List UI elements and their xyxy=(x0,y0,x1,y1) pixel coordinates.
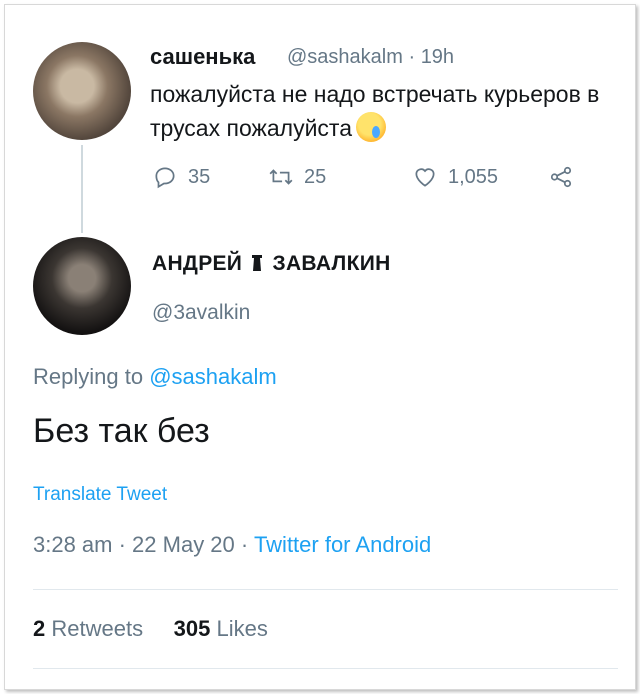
reply-button[interactable]: 35 xyxy=(152,164,210,190)
timestamp: 3:28 am · 22 May 20 · xyxy=(33,532,254,557)
likes-stat[interactable]: 305 Likes xyxy=(174,616,268,641)
avatar-3avalkin[interactable] xyxy=(33,237,131,335)
share-button[interactable] xyxy=(548,164,584,190)
tower-icon xyxy=(252,255,263,271)
crying-face-icon xyxy=(356,112,386,142)
thread-connector xyxy=(81,145,83,233)
tweet-time: 19h xyxy=(420,46,455,68)
tweet-text: Без так без xyxy=(33,412,210,450)
retweets-count: 2 xyxy=(33,616,46,641)
reply-icon xyxy=(155,167,175,189)
like-count: 1,055 xyxy=(448,165,499,188)
replying-to-label: Replying to xyxy=(33,364,144,389)
translate-tweet-link[interactable]: Translate Tweet xyxy=(33,484,167,506)
tweet-actions: 35 25 1,055 xyxy=(150,164,590,194)
reply-count: 35 xyxy=(188,165,211,188)
likes-label: Likes xyxy=(216,616,268,641)
display-name[interactable]: сашенька xyxy=(150,44,255,70)
retweet-count: 25 xyxy=(304,165,327,188)
retweets-stat[interactable]: 2 Retweets xyxy=(33,616,143,641)
replying-to-handle[interactable]: @sashakalm xyxy=(149,364,277,389)
handle[interactable]: @3avalkin xyxy=(152,301,250,325)
like-button[interactable]: 1,055 xyxy=(412,164,498,190)
divider xyxy=(33,668,618,669)
retweet-button[interactable]: 25 xyxy=(268,164,326,190)
tweet-stats: 2 Retweets 305 Likes xyxy=(33,616,268,642)
tweet-meta: 3:28 am · 22 May 20 · Twitter for Androi… xyxy=(33,532,431,558)
display-name-part1: АНДРЕЙ xyxy=(152,252,243,275)
retweet-icon xyxy=(269,169,293,185)
avatar-sashakalm[interactable] xyxy=(33,42,131,140)
display-name-part2: ЗАВАЛКИН xyxy=(272,252,391,275)
retweets-label: Retweets xyxy=(51,616,144,641)
heart-icon xyxy=(415,168,435,187)
display-name[interactable]: АНДРЕЙ ЗАВАЛКИН xyxy=(152,252,391,276)
replying-to: Replying to @sashakalm xyxy=(33,364,277,390)
share-icon xyxy=(550,166,572,188)
tweet-text: пожалуйста не надо встречать курьеров в … xyxy=(150,77,610,145)
divider xyxy=(33,589,618,590)
likes-count: 305 xyxy=(173,616,211,641)
handle-time[interactable]: @sashakalm · 19h xyxy=(287,46,454,69)
source-link[interactable]: Twitter for Android xyxy=(254,532,431,557)
handle[interactable]: @sashakalm xyxy=(287,46,403,68)
